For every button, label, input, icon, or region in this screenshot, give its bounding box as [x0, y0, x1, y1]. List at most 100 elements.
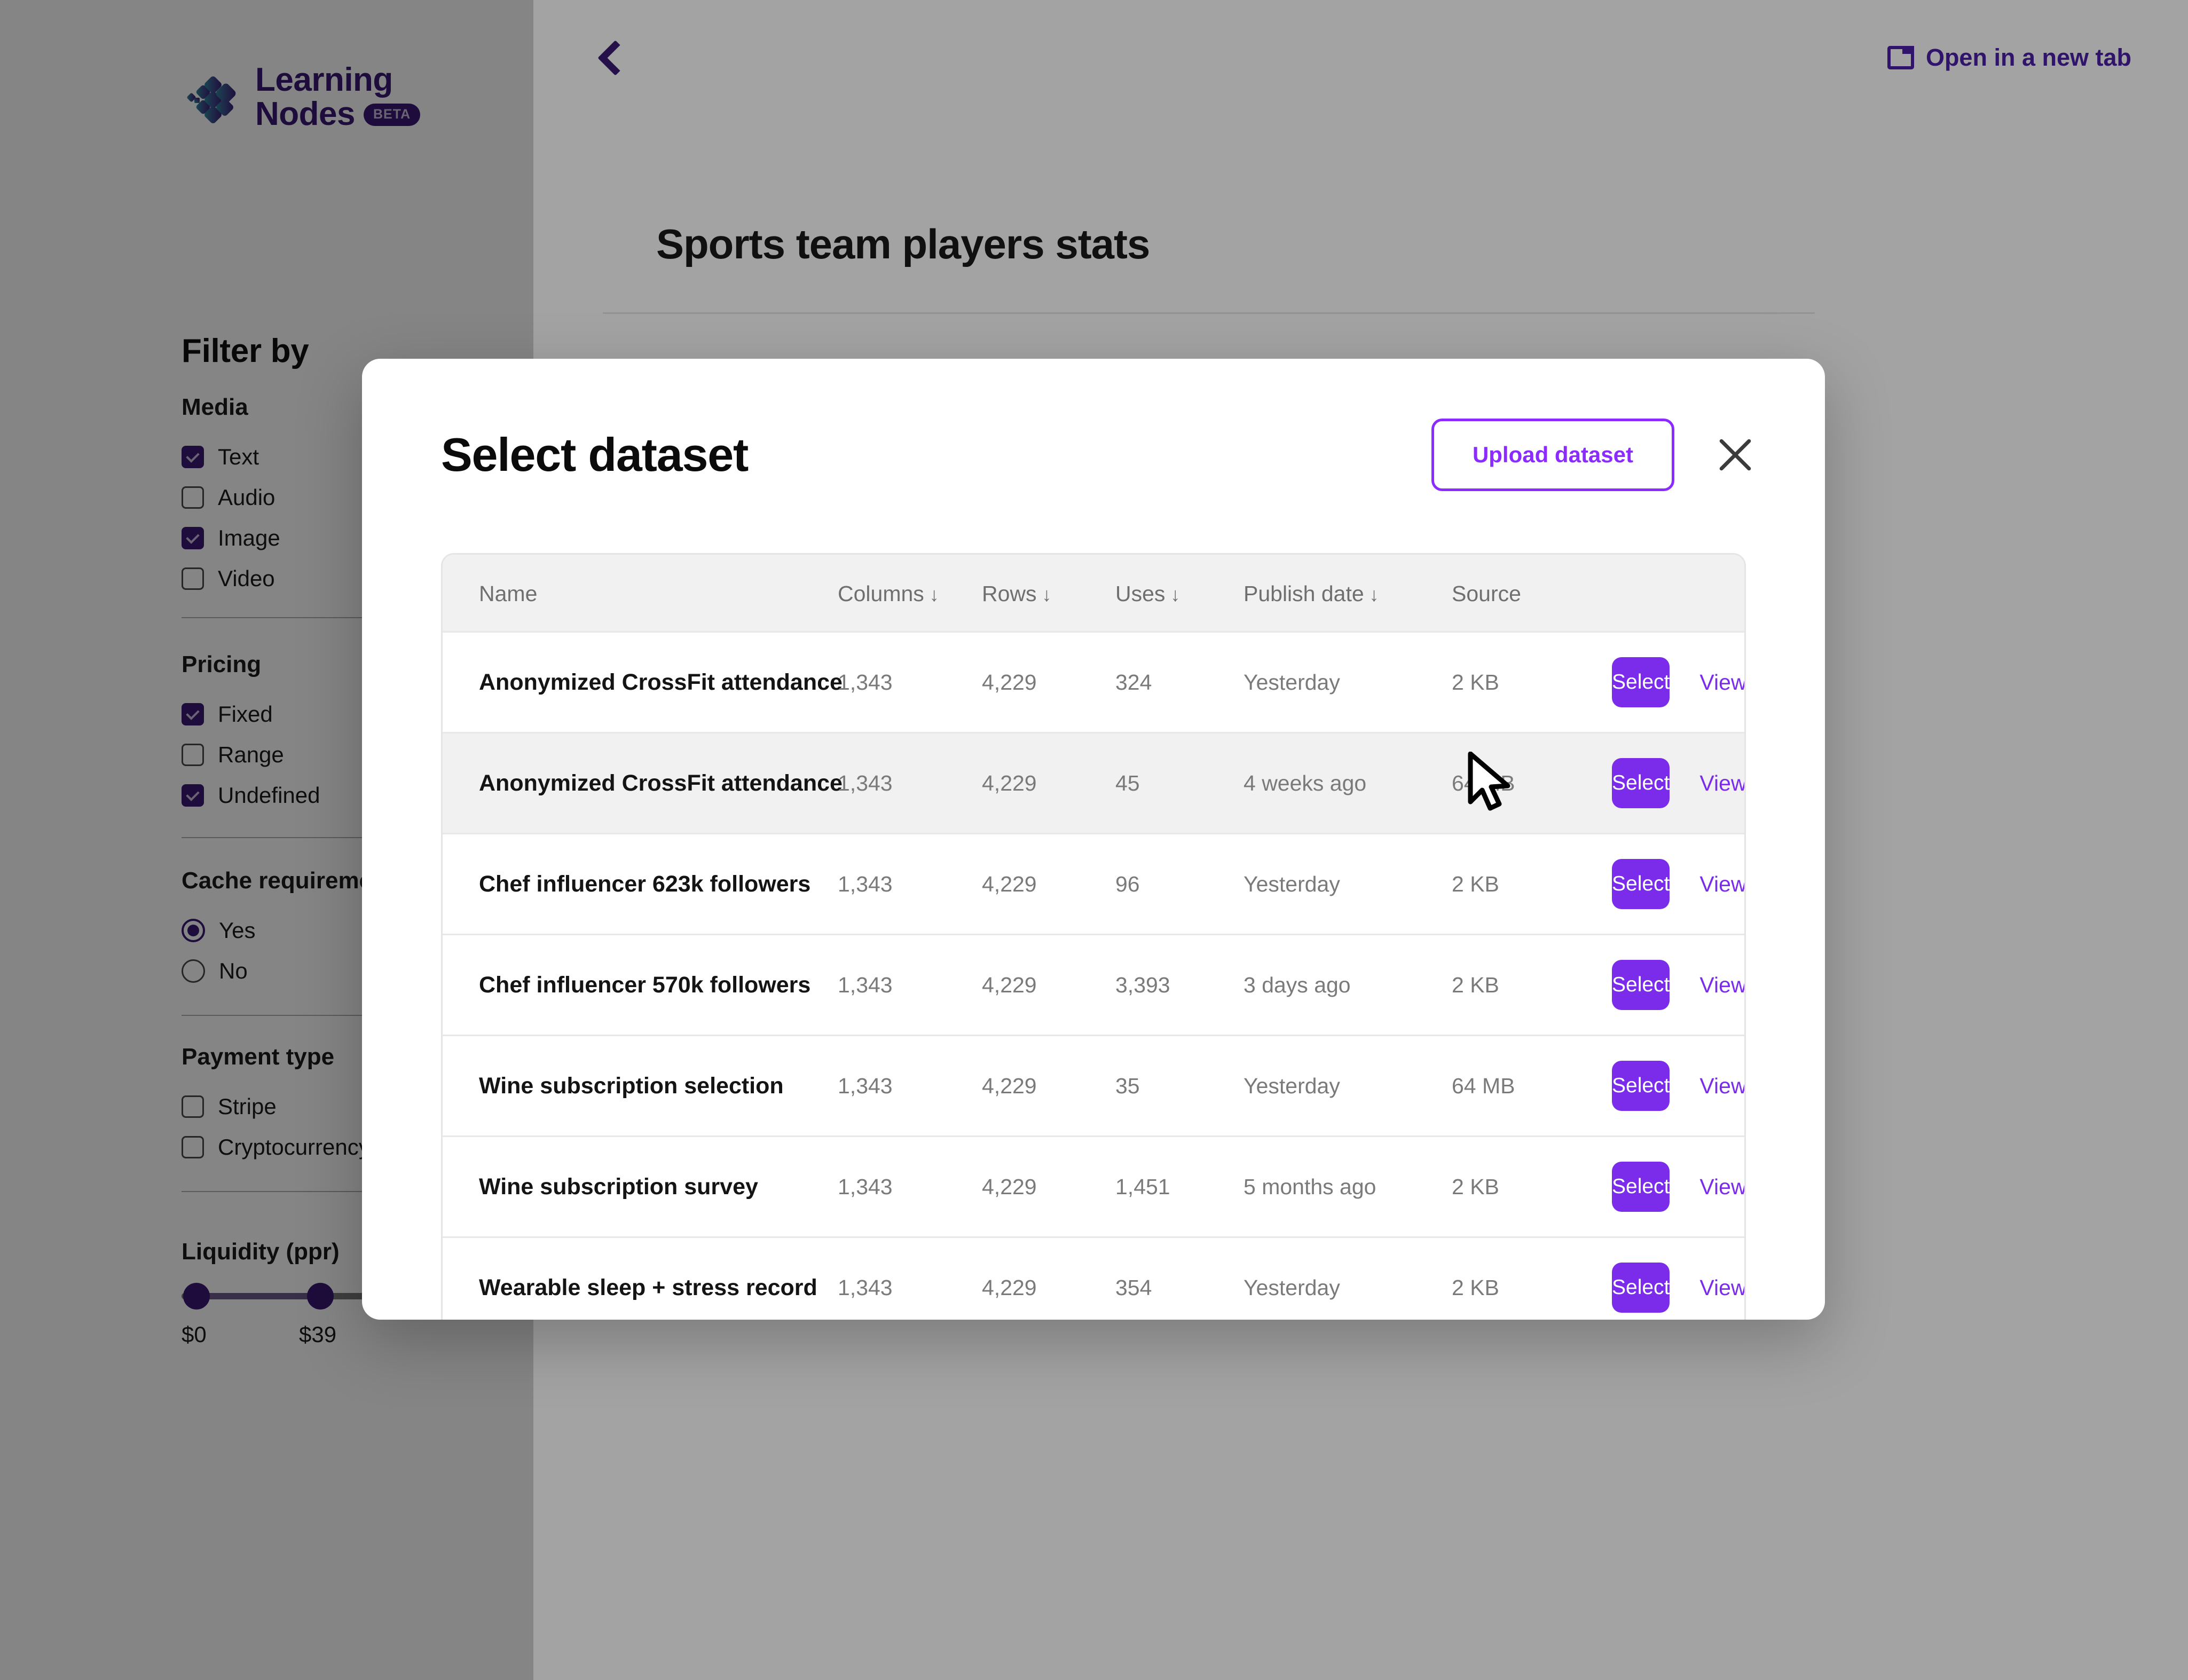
column-header-uses[interactable]: Uses↓: [1115, 555, 1243, 632]
modal-header-actions: Upload dataset: [1431, 419, 1756, 491]
cell-uses: 324: [1115, 632, 1243, 733]
cell-actions: Select View: [1612, 834, 1745, 935]
table-row[interactable]: Anonymized CrossFit attendance1,3434,229…: [443, 733, 1745, 834]
column-header-publish-date[interactable]: Publish date↓: [1243, 555, 1452, 632]
table-head: Name Columns↓ Rows↓ Uses↓ Publish date↓: [443, 555, 1745, 632]
cell-rows: 4,229: [982, 834, 1115, 935]
view-link[interactable]: View: [1699, 1074, 1746, 1099]
close-icon[interactable]: [1715, 435, 1756, 475]
column-header-rows[interactable]: Rows↓: [982, 555, 1115, 632]
row-actions: SelectView: [1612, 758, 1710, 808]
view-link[interactable]: View: [1699, 872, 1746, 897]
cell-columns: 1,343: [838, 834, 982, 935]
row-actions: SelectView: [1612, 960, 1710, 1010]
row-actions: SelectView: [1612, 657, 1710, 707]
cell-columns: 1,343: [838, 1036, 982, 1137]
view-link[interactable]: View: [1699, 670, 1746, 695]
view-link[interactable]: View: [1699, 771, 1746, 796]
sort-down-icon: ↓: [1170, 583, 1180, 606]
column-header-actions: [1612, 555, 1745, 632]
cell-actions: Select View: [1612, 1237, 1745, 1320]
cell-uses: 354: [1115, 1237, 1243, 1320]
dataset-table-container: Name Columns↓ Rows↓ Uses↓ Publish date↓: [441, 553, 1746, 1320]
row-actions: SelectView: [1612, 1263, 1710, 1313]
cell-actions: Select View: [1612, 733, 1745, 834]
cell-columns: 1,343: [838, 1237, 982, 1320]
table-row[interactable]: Anonymized CrossFit attendance1,3434,229…: [443, 632, 1745, 733]
table-row[interactable]: Wine subscription selection1,3434,22935Y…: [443, 1036, 1745, 1137]
table-row[interactable]: Wine subscription survey1,3434,2291,4515…: [443, 1137, 1745, 1237]
cell-rows: 4,229: [982, 1137, 1115, 1237]
cell-columns: 1,343: [838, 935, 982, 1036]
cell-source: 2 KB: [1452, 834, 1612, 935]
cell-columns: 1,343: [838, 1137, 982, 1237]
cell-publish-date: 5 months ago: [1243, 1137, 1452, 1237]
cell-rows: 4,229: [982, 733, 1115, 834]
cell-publish-date: Yesterday: [1243, 632, 1452, 733]
select-button[interactable]: Select: [1612, 758, 1670, 808]
column-label: Name: [479, 581, 537, 606]
cell-actions: Select View: [1612, 935, 1745, 1036]
sort-down-icon: ↓: [1370, 583, 1379, 606]
view-link[interactable]: View: [1699, 973, 1746, 998]
upload-dataset-button[interactable]: Upload dataset: [1431, 419, 1674, 491]
cell-source: 2 KB: [1452, 935, 1612, 1036]
column-header-name[interactable]: Name: [443, 555, 838, 632]
select-button[interactable]: Select: [1612, 1263, 1670, 1313]
cell-name: Chef influencer 570k followers: [443, 935, 838, 1036]
cell-uses: 35: [1115, 1036, 1243, 1137]
view-link[interactable]: View: [1699, 1275, 1746, 1300]
cell-publish-date: Yesterday: [1243, 834, 1452, 935]
cell-source: 64 MB: [1452, 1036, 1612, 1137]
select-button[interactable]: Select: [1612, 859, 1670, 909]
cell-source: 2 KB: [1452, 632, 1612, 733]
cell-publish-date: Yesterday: [1243, 1036, 1452, 1137]
column-label: Uses: [1115, 581, 1165, 606]
cell-actions: Select View: [1612, 1137, 1745, 1237]
cell-name: Anonymized CrossFit attendance: [443, 733, 838, 834]
cell-uses: 3,393: [1115, 935, 1243, 1036]
cell-source: 2 KB: [1452, 1137, 1612, 1237]
cell-name: Wine subscription survey: [443, 1137, 838, 1237]
cell-rows: 4,229: [982, 935, 1115, 1036]
cell-actions: Select View: [1612, 1036, 1745, 1137]
row-actions: SelectView: [1612, 1162, 1710, 1212]
column-label: Columns: [838, 581, 924, 606]
cell-rows: 4,229: [982, 632, 1115, 733]
cell-rows: 4,229: [982, 1036, 1115, 1137]
column-label: Rows: [982, 581, 1037, 606]
column-header-columns[interactable]: Columns ↓: [838, 555, 982, 632]
table-body: Anonymized CrossFit attendance1,3434,229…: [443, 632, 1745, 1320]
cell-uses: 96: [1115, 834, 1243, 935]
cell-publish-date: 3 days ago: [1243, 935, 1452, 1036]
sort-down-icon: ↓: [930, 583, 939, 606]
table-row[interactable]: Wearable sleep + stress record1,3434,229…: [443, 1237, 1745, 1320]
view-link[interactable]: View: [1699, 1174, 1746, 1200]
app-root: Learning Nodes BETA Filter by Media Text: [0, 0, 2188, 1680]
column-label: Source: [1452, 581, 1521, 606]
cell-name: Wine subscription selection: [443, 1036, 838, 1137]
select-button[interactable]: Select: [1612, 1162, 1670, 1212]
table-header-row: Name Columns↓ Rows↓ Uses↓ Publish date↓: [443, 555, 1745, 632]
cell-columns: 1,343: [838, 632, 982, 733]
select-button[interactable]: Select: [1612, 960, 1670, 1010]
column-header-source[interactable]: Source: [1452, 555, 1612, 632]
cell-uses: 45: [1115, 733, 1243, 834]
cell-uses: 1,451: [1115, 1137, 1243, 1237]
select-dataset-modal: Select dataset Upload dataset Name Colum…: [362, 359, 1825, 1320]
cell-source: 2 KB: [1452, 1237, 1612, 1320]
mouse-cursor: [1467, 752, 1516, 811]
cell-name: Wearable sleep + stress record: [443, 1237, 838, 1320]
cell-publish-date: 4 weeks ago: [1243, 733, 1452, 834]
row-actions: SelectView: [1612, 859, 1710, 909]
table-row[interactable]: Chef influencer 570k followers1,3434,229…: [443, 935, 1745, 1036]
sort-down-icon: ↓: [1042, 583, 1052, 606]
cell-name: Chef influencer 623k followers: [443, 834, 838, 935]
select-button[interactable]: Select: [1612, 1061, 1670, 1111]
select-button[interactable]: Select: [1612, 657, 1670, 707]
cell-name: Anonymized CrossFit attendance: [443, 632, 838, 733]
table-row[interactable]: Chef influencer 623k followers1,3434,229…: [443, 834, 1745, 935]
dataset-table: Name Columns↓ Rows↓ Uses↓ Publish date↓: [443, 555, 1745, 1320]
cell-actions: Select View: [1612, 632, 1745, 733]
cell-publish-date: Yesterday: [1243, 1237, 1452, 1320]
